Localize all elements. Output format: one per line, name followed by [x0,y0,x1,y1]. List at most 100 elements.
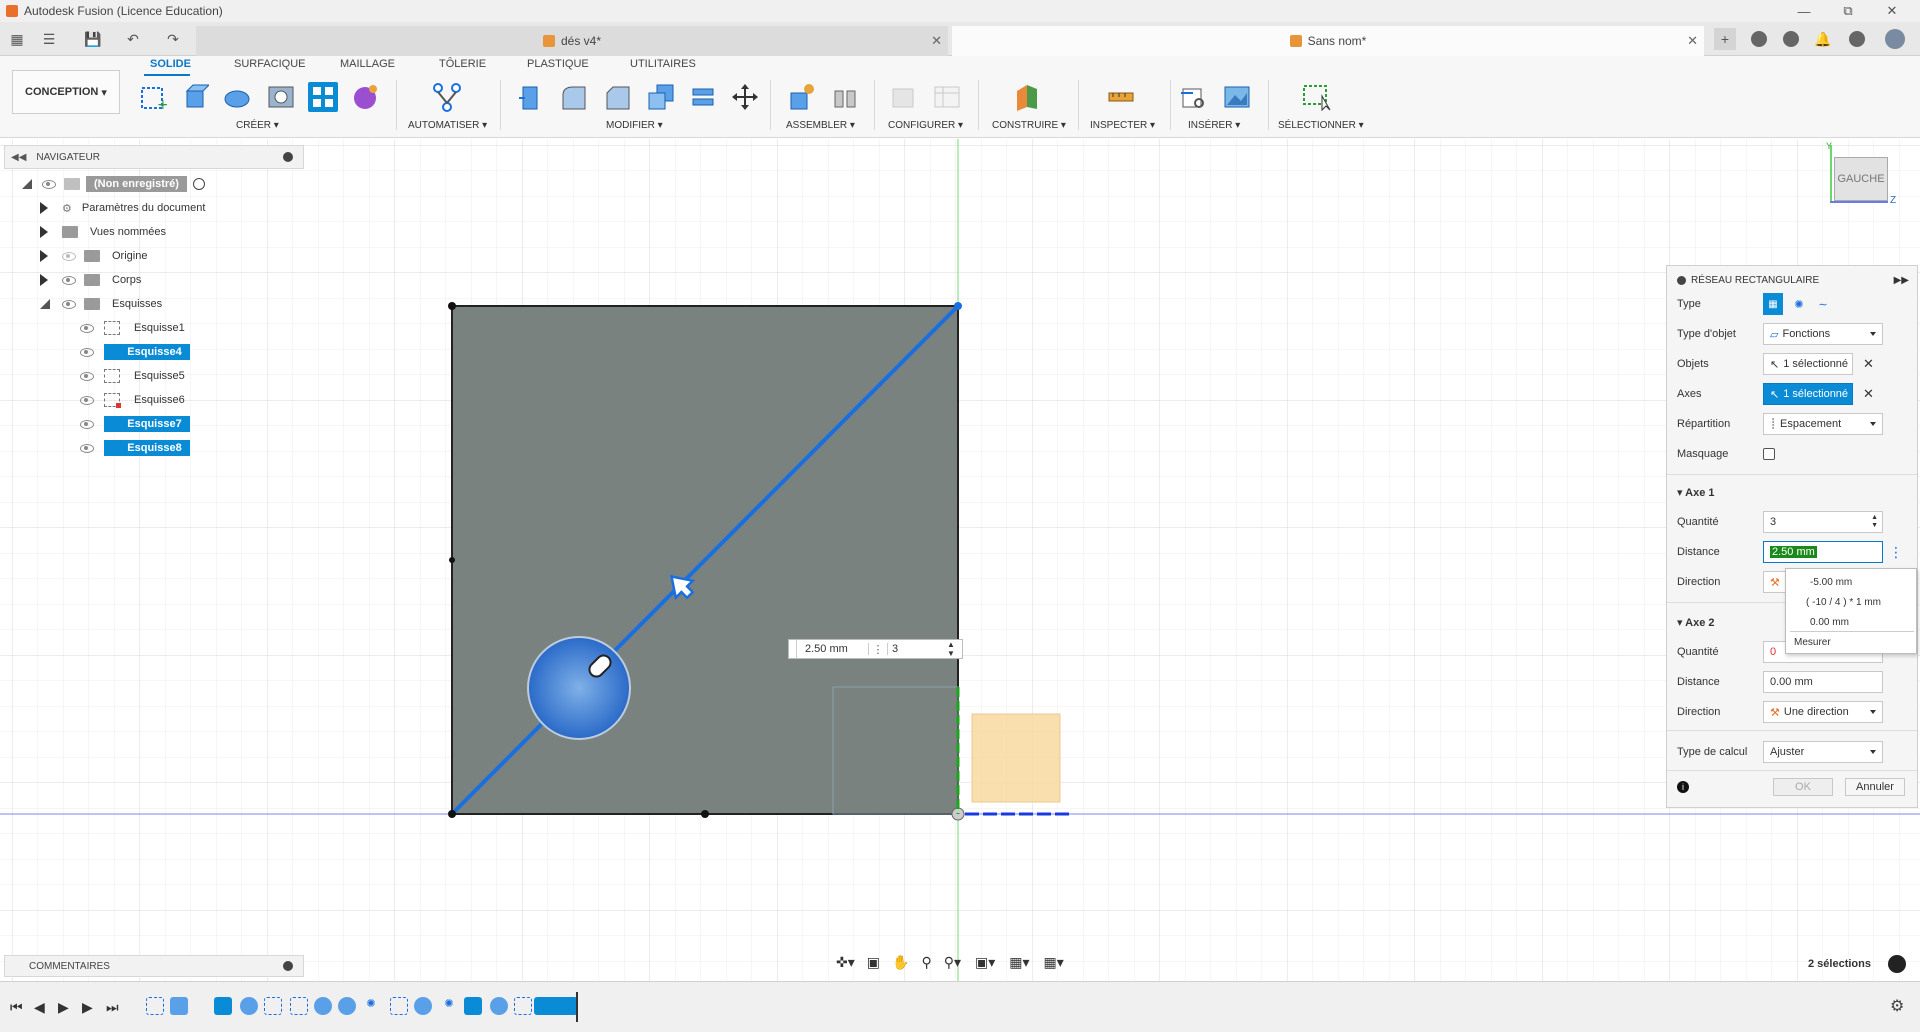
display-settings-icon[interactable]: ▣▾ [975,954,995,971]
expand-icon[interactable] [40,274,48,286]
tab-utilitaires[interactable]: UTILITAIRES [630,58,696,70]
viewport-canvas[interactable]: 2.50 mm ⋮ 3 ▲ ▼ GAUCHE Y Z [0,139,1920,981]
expand-icon[interactable] [40,226,48,238]
tree-item-named-views[interactable]: Vues nommées [40,222,166,242]
timeline-sketch-icon[interactable] [390,997,408,1015]
close-tab-icon[interactable]: ✕ [1687,33,1698,49]
timeline-sketch-icon[interactable] [290,997,308,1015]
type-path-icon[interactable]: ∼ [1813,293,1833,315]
axis1-distance-input[interactable]: 2.50 mm [1763,541,1883,563]
close-tab-icon[interactable]: ✕ [931,33,942,49]
quantity-spinner-icon[interactable]: ▲ ▼ [947,640,955,658]
object-type-select[interactable]: ▱ Fonctions [1763,323,1883,345]
sketch-row[interactable]: Esquisse6 [80,390,185,410]
timeline-hole-icon[interactable] [240,997,258,1015]
distribution-select[interactable]: ┊ Espacement [1763,413,1883,435]
redo-icon[interactable]: ↷ [162,28,184,50]
tree-item-sketches[interactable]: Esquisses [40,294,162,314]
timeline-sketch-icon[interactable] [514,997,532,1015]
configure-icon[interactable] [888,82,918,112]
timeline-hole-icon[interactable] [414,997,432,1015]
timeline-sketch-icon[interactable] [146,997,164,1015]
hole-icon[interactable] [266,82,296,112]
visibility-icon[interactable] [80,419,94,429]
timeline-sketch-selected-icon[interactable] [214,997,232,1015]
visibility-icon[interactable] [80,347,94,357]
orbit-icon[interactable]: ✜▾ [836,954,855,971]
timeline-sketch-selected-icon[interactable] [464,997,482,1015]
grid-settings-icon[interactable]: ▦▾ [1009,954,1029,971]
visibility-icon[interactable] [80,395,94,405]
selection-filter-icon[interactable] [1888,955,1906,973]
type-circular-icon[interactable]: ✺ [1789,293,1809,315]
apps-grid-icon[interactable]: ▦ [6,28,28,50]
new-tab-icon[interactable]: + [1714,28,1736,50]
tab-sans-nom[interactable]: Sans nom* ✕ [952,26,1704,56]
close-window-icon[interactable]: ✕ [1874,0,1910,22]
tab-surfacique[interactable]: SURFACIQUE [234,58,306,70]
timeline-pattern-icon[interactable]: ✺ [440,997,458,1015]
insert-canvas-icon[interactable] [1222,82,1252,112]
navigator-pin-icon[interactable] [283,152,293,162]
notifications-icon[interactable]: 🔔 [1812,28,1834,50]
step-forward-icon[interactable]: ▶ [82,999,93,1016]
step-back-icon[interactable]: ◀ [34,999,45,1016]
tab-tolerie[interactable]: TÔLERIE [439,58,486,70]
timeline-selected-features[interactable] [534,997,578,1015]
menu-item[interactable]: 0.00 mm [1810,617,1849,628]
canvas-quantity-input[interactable]: 3 [887,643,947,655]
comments-panel[interactable]: COMMENTAIRES [4,955,304,977]
canvas-options-icon[interactable]: ⋮ [869,643,887,656]
axis2-distance-input[interactable]: 0.00 mm [1763,671,1883,693]
clear-axes-icon[interactable]: ✕ [1863,386,1874,402]
axis1-header[interactable]: ▾ Axe 1 [1667,480,1917,504]
tree-root[interactable]: (Non enregistré) [22,174,205,194]
distance-options-icon[interactable]: ⋮ [1889,544,1903,561]
viewcube-face[interactable]: GAUCHE [1834,157,1888,201]
cancel-button[interactable]: Annuler [1845,778,1905,796]
look-at-icon[interactable]: ▣ [867,954,880,971]
chamfer-icon[interactable] [602,82,632,112]
help-icon[interactable] [1846,28,1868,50]
form-icon[interactable] [350,82,380,112]
press-pull-icon[interactable] [514,82,544,112]
fit-icon[interactable]: ⚲▾ [944,954,961,971]
rectangular-pattern-icon[interactable] [308,82,338,112]
play-icon[interactable]: ▶ [58,999,69,1016]
pan-icon[interactable]: ✋ [892,954,909,971]
timeline-hole-icon[interactable] [490,997,508,1015]
visibility-icon[interactable] [80,371,94,381]
combine-icon[interactable] [688,82,718,112]
axis2-direction-select[interactable]: ⚒ Une direction [1763,701,1883,723]
sketch-row[interactable]: Esquisse1 [80,318,185,338]
timeline-pattern-icon[interactable]: ✺ [362,997,380,1015]
group-inserer[interactable]: INSÉRER ▾ [1188,120,1240,131]
tree-item-bodies[interactable]: Corps [40,270,141,290]
group-creer[interactable]: CRÉER ▾ [236,120,279,131]
file-menu-icon[interactable]: ☰ [38,28,60,50]
group-assembler[interactable]: ASSEMBLER ▾ [786,120,855,131]
sketch-row-selected[interactable]: Esquisse7 [80,414,190,434]
activate-radio-icon[interactable] [192,178,205,190]
group-selectionner[interactable]: SÉLECTIONNER ▾ [1278,120,1364,131]
sketch-row-selected[interactable]: Esquisse8 [80,438,190,458]
visibility-icon[interactable] [62,299,76,309]
viewcube[interactable]: GAUCHE Y Z [1826,141,1896,215]
expand-icon[interactable] [40,202,48,214]
objects-selection[interactable]: ↖ 1 sélectionné [1763,353,1853,375]
configure-table-icon[interactable] [932,82,962,112]
group-configurer[interactable]: CONFIGURER ▾ [888,120,963,131]
menu-item[interactable]: ( -10 / 4 ) * 1 mm [1806,597,1881,608]
go-to-end-icon[interactable]: ⏭ [106,999,119,1016]
joint-icon[interactable] [830,82,860,112]
fillet-icon[interactable] [558,82,588,112]
tree-item-document-settings[interactable]: ⚙ Paramètres du document [40,198,205,218]
group-modifier[interactable]: MODIFIER ▾ [606,120,663,131]
undo-icon[interactable]: ↶ [122,28,144,50]
axes-selection[interactable]: ↖ 1 sélectionné [1763,383,1853,405]
axis1-quantity-input[interactable]: 3 ▲ ▼ [1763,511,1883,533]
collapse-navigator-icon[interactable]: ◀◀ [11,152,26,163]
measure-icon[interactable] [1106,82,1136,112]
quantity-spinner-icon[interactable]: ▲ ▼ [1871,514,1878,530]
suppression-checkbox[interactable] [1763,448,1775,460]
